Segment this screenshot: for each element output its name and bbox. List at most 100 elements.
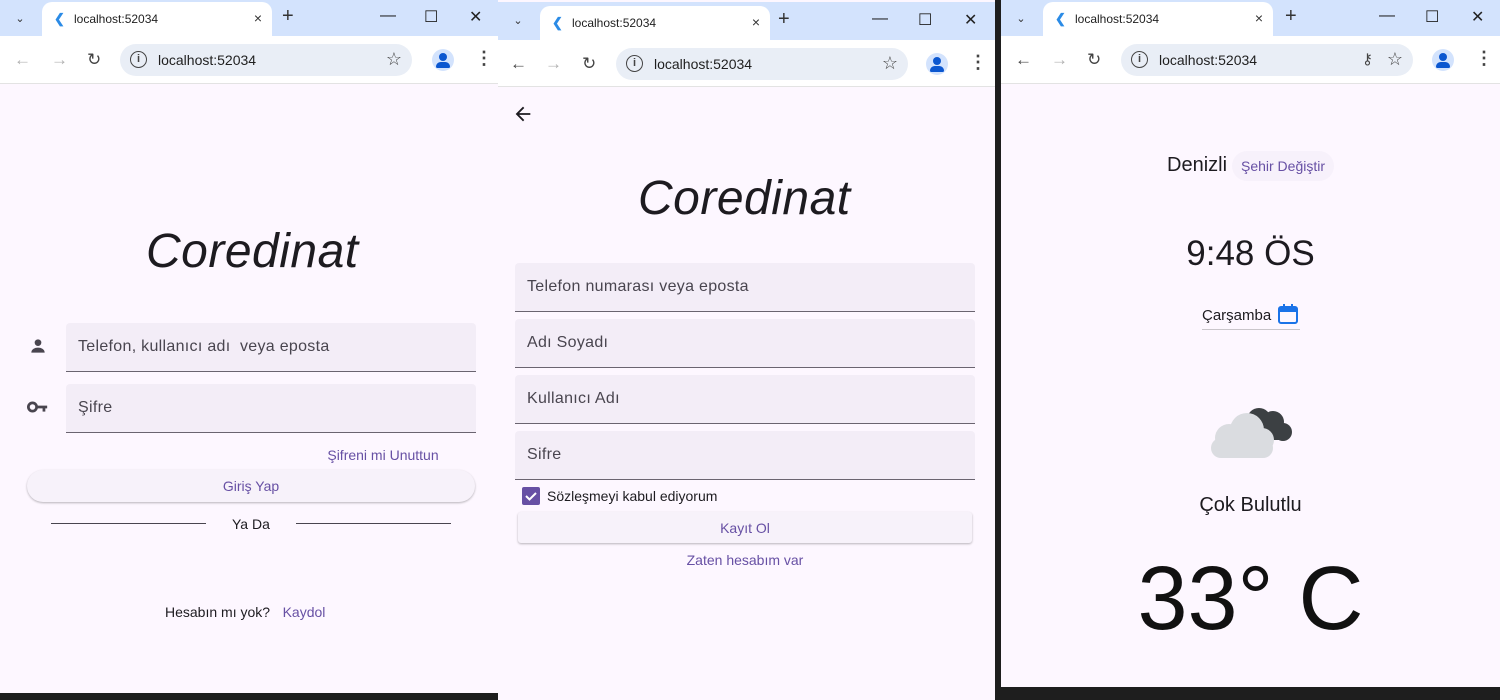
tab-search-icon[interactable]: ⌄ [1007,4,1035,32]
bookmark-star-icon[interactable]: ☆ [386,49,402,70]
password-key-icon[interactable]: ⚷ [1362,50,1373,68]
profile-icon[interactable] [432,49,454,71]
bookmark-star-icon[interactable]: ☆ [882,53,898,74]
current-time: 9:48 ÖS [1186,234,1315,273]
close-window-button[interactable]: ✕ [1471,7,1484,27]
reload-icon[interactable]: ↻ [87,50,101,70]
profile-icon[interactable] [1432,49,1454,71]
menu-icon[interactable]: ⋮ [475,48,493,69]
password-field[interactable] [515,431,975,480]
agreement-label: Sözleşmeyi kabul ediyorum [547,488,718,504]
minimize-button[interactable]: — [380,7,396,25]
browser-toolbar: ← → ↻ i localhost:52034 ⚷ ☆ ⋮ [1001,36,1500,84]
browser-window-weather: ⌄ ❮ localhost:52034 × + — ☐ ✕ ← → ↻ i lo… [1001,0,1500,687]
password-input[interactable] [66,384,476,432]
bookmark-star-icon[interactable]: ☆ [1387,49,1403,70]
close-window-button[interactable]: ✕ [964,10,977,30]
new-tab-button[interactable]: + [778,8,790,31]
tab-title: localhost:52034 [1075,12,1160,26]
reload-icon[interactable]: ↻ [582,54,596,74]
app-brand: Coredinat [638,172,851,225]
have-account-link[interactable]: Zaten hesabım var [678,550,812,570]
close-tab-icon[interactable]: × [752,14,760,30]
site-info-icon[interactable]: i [1131,51,1148,68]
tab-strip: ⌄ ❮ localhost:52034 × + — ☐ ✕ [498,2,995,40]
address-bar[interactable]: i localhost:52034 ☆ [120,44,412,76]
app-brand: Coredinat [146,225,359,278]
menu-icon[interactable]: ⋮ [969,52,987,73]
city-name: Denizli [1167,154,1228,176]
divider-left [51,523,206,524]
maximize-button[interactable]: ☐ [1425,7,1439,27]
key-icon [27,397,49,423]
browser-toolbar: ← → ↻ i localhost:52034 ☆ ⋮ [498,40,995,87]
new-tab-button[interactable]: + [1285,5,1297,28]
tab-search-icon[interactable]: ⌄ [504,6,532,34]
browser-tab[interactable]: ❮ localhost:52034 × [1043,2,1273,36]
address-bar[interactable]: i localhost:52034 ☆ [616,48,908,80]
tab-strip: ⌄ ❮ localhost:52034 × + — ☐ ✕ [0,0,498,36]
fullname-input[interactable] [515,319,975,367]
day-picker[interactable]: Çarşamba [1202,302,1300,330]
url-text: localhost:52034 [158,52,257,68]
forward-icon[interactable]: → [545,54,562,74]
profile-icon[interactable] [926,53,948,75]
agreement-checkbox[interactable] [522,487,540,505]
browser-window-register: ⌄ ❮ localhost:52034 × + — ☐ ✕ ← → ↻ i lo… [498,0,995,700]
close-window-button[interactable]: ✕ [469,7,482,27]
person-icon [28,336,48,362]
fullname-field[interactable] [515,319,975,368]
change-city-button[interactable]: Şehir Değiştir [1232,151,1334,181]
phone-email-input[interactable] [515,263,975,311]
phone-email-field[interactable] [515,263,975,312]
url-text: localhost:52034 [1159,52,1258,68]
back-icon[interactable]: ← [14,50,31,70]
forward-icon[interactable]: → [1051,50,1068,70]
tab-strip: ⌄ ❮ localhost:52034 × + — ☐ ✕ [1001,0,1500,36]
browser-tab[interactable]: ❮ localhost:52034 × [540,6,770,40]
minimize-button[interactable]: — [1379,7,1395,25]
browser-tab[interactable]: ❮ localhost:52034 × [42,2,272,36]
tab-title: localhost:52034 [74,12,159,26]
close-tab-icon[interactable]: × [254,10,262,26]
password-input[interactable] [515,431,975,479]
register-button[interactable]: Kayıt Ol [518,512,972,543]
flutter-icon: ❮ [1055,11,1066,26]
forward-icon[interactable]: → [51,50,68,70]
username-input[interactable] [66,323,476,371]
signup-link[interactable]: Kaydol [276,602,332,622]
site-info-icon[interactable]: i [626,55,643,72]
back-arrow-icon[interactable] [512,103,534,130]
tab-search-icon[interactable]: ⌄ [6,4,34,32]
maximize-button[interactable]: ☐ [424,7,438,27]
flutter-icon: ❮ [552,15,563,30]
close-tab-icon[interactable]: × [1255,10,1263,26]
browser-toolbar: ← → ↻ i localhost:52034 ☆ ⋮ [0,36,498,84]
cloudy-icon [1207,400,1299,465]
address-bar[interactable]: i localhost:52034 ⚷ ☆ [1121,44,1413,76]
back-icon[interactable]: ← [1015,50,1032,70]
calendar-icon[interactable] [1277,303,1299,330]
username-field[interactable] [515,375,975,424]
username-input[interactable] [515,375,975,423]
flutter-icon: ❮ [54,11,65,26]
divider-right [296,523,451,524]
password-field[interactable] [66,384,476,433]
reload-icon[interactable]: ↻ [1087,50,1101,70]
url-text: localhost:52034 [654,56,753,72]
site-info-icon[interactable]: i [130,51,147,68]
new-tab-button[interactable]: + [282,5,294,28]
condition-text: Çok Bulutlu [1199,494,1302,516]
or-text: Ya Da [232,516,270,532]
temperature: 33° C [1137,549,1364,649]
forgot-password-button[interactable]: Şifreni mi Unuttun [318,445,448,465]
login-button[interactable]: Giriş Yap [27,470,475,502]
menu-icon[interactable]: ⋮ [1475,48,1493,69]
back-icon[interactable]: ← [510,54,527,74]
tab-title: localhost:52034 [572,16,657,30]
browser-window-login: ⌄ ❮ localhost:52034 × + — ☐ ✕ ← → ↻ i lo… [0,0,498,693]
maximize-button[interactable]: ☐ [918,10,932,30]
username-field[interactable] [66,323,476,372]
day-name: Çarşamba [1202,307,1272,324]
minimize-button[interactable]: — [872,10,888,28]
